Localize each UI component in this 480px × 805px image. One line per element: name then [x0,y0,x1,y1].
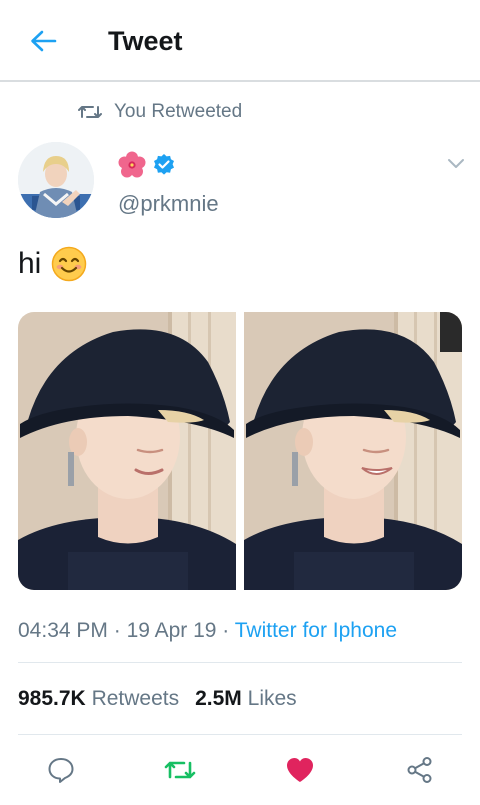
tweet-date: 19 Apr 19 [126,619,217,642]
tweet-photo-1[interactable] [18,312,236,590]
display-name[interactable] [118,150,176,180]
arrow-left-icon [31,30,57,52]
tweet-time: 04:34 PM [18,619,108,642]
retweet-context: You Retweeted [78,100,242,124]
back-button[interactable] [26,24,60,58]
tweet-body: hi [18,244,87,284]
tweet-action-bar [0,748,480,792]
tweet-timestamp: 04:34 PM · 19 Apr 19 · Twitter for Iphon… [18,616,397,646]
more-options-button[interactable] [444,152,468,176]
meta-separator: · [107,619,127,642]
verified-badge-icon [152,153,176,177]
retweet-icon [78,102,102,122]
tweet-stats: 985.7K Retweets 2.5M Likes [18,684,297,714]
hibiscus-flower-icon [118,151,146,179]
retweet-button[interactable] [164,754,196,786]
avatar[interactable] [18,142,94,218]
tweet-source-link[interactable]: Twitter for Iphone [235,619,397,642]
page-title: Tweet [108,26,183,56]
heart-icon [287,758,313,782]
retweet-context-label: You Retweeted [114,101,243,122]
retweets-label[interactable]: Retweets [92,687,180,710]
top-app-bar: Tweet [0,0,480,82]
tweet-photo-2[interactable] [244,312,462,590]
user-handle[interactable]: @prkmnie [118,190,219,218]
retweets-count[interactable]: 985.7K [18,687,86,710]
reply-icon [48,758,74,783]
reply-button[interactable] [45,754,77,786]
likes-label[interactable]: Likes [248,687,297,710]
tweet-media [18,312,462,590]
share-button[interactable] [404,754,436,786]
meta-separator: · [216,619,235,642]
divider [18,734,462,735]
tweet-text: hi [18,247,42,280]
likes-count[interactable]: 2.5M [195,687,242,710]
like-button[interactable] [284,754,316,786]
divider [18,662,462,663]
chevron-down-icon [448,159,464,168]
retweet-icon [164,761,196,779]
share-icon [407,757,432,783]
smiling-face-emoji-icon [51,246,87,282]
